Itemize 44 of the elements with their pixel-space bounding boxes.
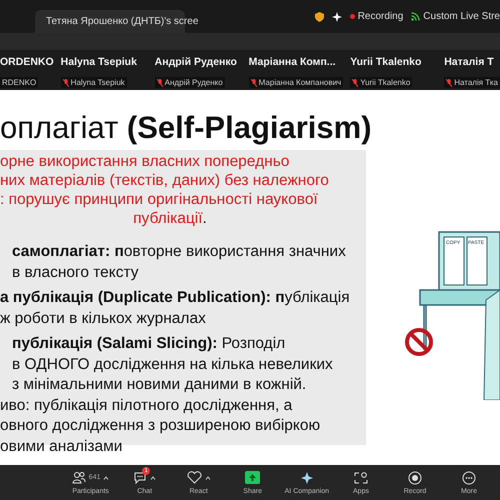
slide-title: оплагіат (Self-Plagiarism)	[0, 109, 373, 147]
chat-bubble-icon	[133, 471, 148, 484]
slide-text-line: з мінімальними новими даними в кожній.	[11, 375, 308, 395]
slide-text-line: ж роботи в кількох журналах	[0, 308, 207, 328]
participant-nameplate: Halyna Tsepiuk	[60, 77, 127, 88]
participant-name: Halyna Tsepiuk	[60, 56, 138, 68]
record-icon	[408, 470, 422, 484]
caret-icon[interactable]	[150, 476, 156, 480]
recording-status[interactable]: Recording	[358, 11, 404, 22]
slide-text-line: самоплагіат: повторне використання значних	[11, 242, 347, 262]
shield-icon[interactable]	[314, 12, 324, 22]
caret-icon[interactable]	[103, 476, 110, 480]
participant-name: Андрій Руденко	[154, 56, 238, 68]
participant-nameplate: RDENKO	[0, 77, 38, 88]
live-stream-status[interactable]: Custom Live Stre	[423, 11, 500, 22]
participant-nameplate: Андрій Руденко	[154, 77, 225, 88]
participant-name: Yurii Tkalenko	[350, 56, 422, 68]
recording-dot	[350, 14, 355, 19]
participant-nameplate: Yurii Tkalenko	[350, 77, 412, 88]
slide-text-line: а публікація (Duplicate Publication): публікація	[0, 288, 351, 308]
tab-title[interactable]: Тетяна Ярошенко (ДНТБ)'s scree	[46, 16, 198, 27]
slide-text-line: в ОДНОГО дослідження на кілька невеликих	[11, 354, 334, 374]
apps-icon	[354, 470, 368, 484]
slide-text-line: публікація (Salami Slicing): Розподіл	[11, 334, 286, 354]
definition-text-line: публікації.	[132, 209, 208, 228]
definition-text-line: них матеріалів (текстів, даних) без належного	[0, 171, 330, 190]
definition-text-line: орне використання власних попередньо	[0, 152, 290, 171]
more-icon	[462, 470, 476, 484]
participant-name: Наталія Т	[444, 56, 495, 68]
slide-text-line: овного дослідження з розширеною вибіркою	[0, 416, 322, 436]
participant-nameplate: Маріанна Компанович	[248, 77, 344, 88]
slide-text-line: в власного тексту	[11, 262, 140, 282]
sparkle-icon	[300, 470, 314, 484]
participant-nameplate: Наталія Тка	[444, 77, 500, 88]
slide-text-line: овими аналізами	[0, 436, 124, 456]
sparkle-icon[interactable]	[332, 12, 342, 22]
slide-text-line: иво: публікація пілотного дослідження, а	[0, 396, 294, 416]
heart-icon	[186, 471, 202, 484]
participants-icon	[72, 471, 86, 484]
caret-icon[interactable]	[204, 476, 211, 480]
live-stream-icon	[411, 12, 420, 21]
participant-name: ORDENKO	[0, 56, 54, 68]
participant-name: Маріанна Комп...	[248, 56, 337, 68]
definition-text-line: : порушує принципи оригінальності наукової	[0, 190, 319, 209]
